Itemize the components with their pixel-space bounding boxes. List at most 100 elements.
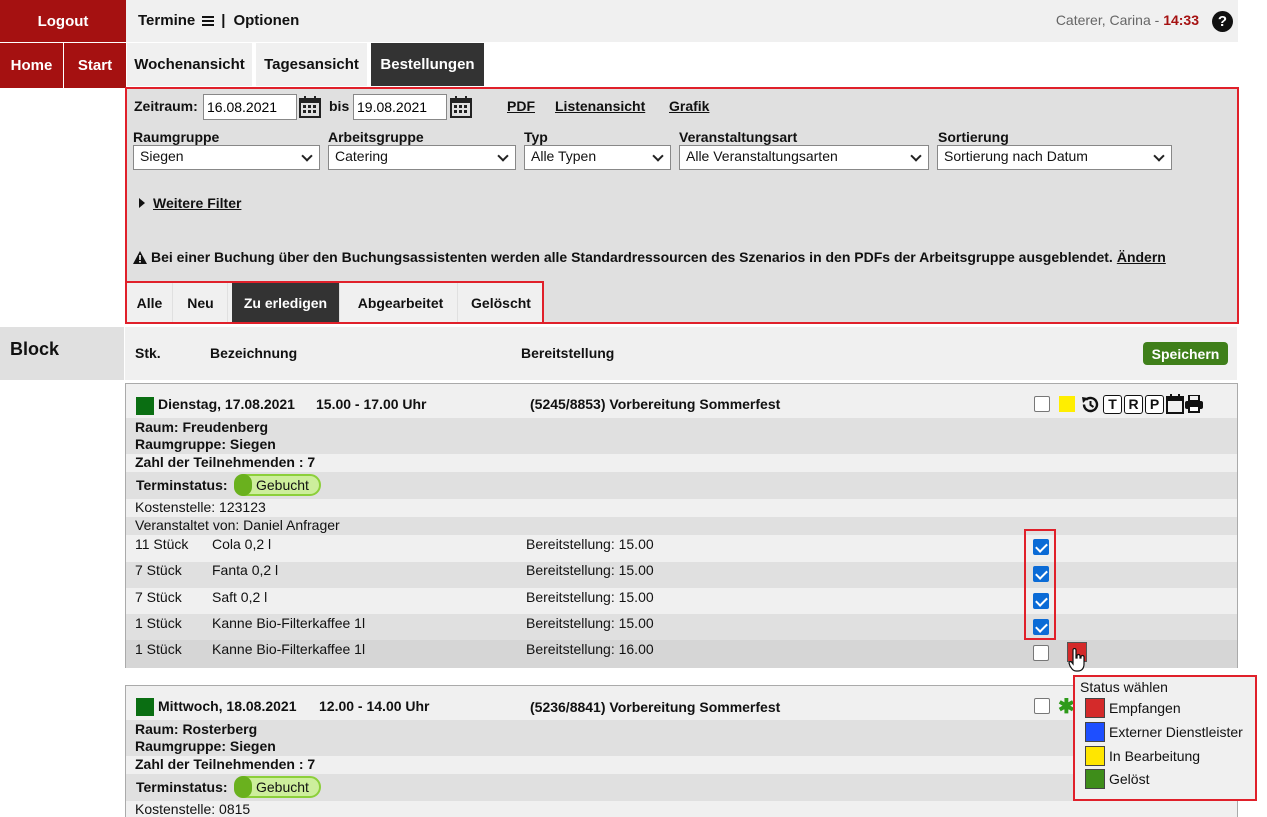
green-swatch (1085, 769, 1105, 789)
tab-geloescht[interactable]: Gelöscht (460, 283, 542, 322)
date-from-input[interactable] (203, 94, 297, 120)
option-label: Externer Dienstleister (1109, 724, 1243, 740)
card-date: Mittwoch, 18.08.2021 (158, 698, 297, 714)
warning-text: Bei einer Buchung über den Buchungsassis… (151, 249, 1113, 265)
card-title[interactable]: (5236/8841) Vorbereitung Sommerfest (530, 699, 780, 715)
raumgruppe-label: Raumgruppe (133, 129, 220, 145)
aendern-link[interactable]: Ändern (1117, 249, 1166, 265)
tab-bestellungen[interactable]: Bestellungen (371, 43, 484, 86)
status-color-button[interactable] (1059, 396, 1075, 412)
item-time: Bereitstellung: 16.00 (526, 641, 654, 657)
home-button[interactable]: Home (0, 43, 63, 88)
termine-label[interactable]: Termine (138, 12, 195, 29)
status-square (136, 397, 154, 415)
arbeitsgruppe-label: Arbeitsgruppe (328, 129, 424, 145)
optionen-link[interactable]: Optionen (233, 12, 299, 29)
list-item (126, 562, 1237, 588)
participants-label: Zahl der Teilnehmenden : 7 (135, 756, 316, 772)
veranstaltungsart-value: Alle Veranstaltungsarten (686, 148, 838, 164)
hand-cursor-icon (1068, 648, 1085, 672)
termine-menu[interactable]: Termine | Optionen (138, 12, 299, 29)
item-name: Kanne Bio-Filterkaffee 1l (212, 641, 366, 657)
option-label: Empfangen (1109, 700, 1181, 716)
status-option-extern[interactable]: Externer Dienstleister (1085, 722, 1243, 742)
card-title[interactable]: (5245/8853) Vorbereitung Sommerfest (530, 396, 780, 412)
status-square (136, 698, 154, 716)
item-name: Saft 0,2 l (212, 589, 268, 605)
status-option-empfangen[interactable]: Empfangen (1085, 698, 1181, 718)
organizer: Veranstaltet von: Daniel Anfrager (135, 517, 340, 533)
arbeitsgruppe-select[interactable]: Catering (328, 145, 516, 170)
status-option-geloest[interactable]: Gelöst (1085, 769, 1149, 789)
raumgruppe-value: Siegen (140, 148, 184, 164)
tab-neu[interactable]: Neu (174, 283, 228, 322)
item-qty: 1 Stück (135, 615, 182, 631)
print-icon[interactable] (1184, 395, 1204, 413)
start-button[interactable]: Start (64, 43, 126, 88)
yellow-swatch (1085, 746, 1105, 766)
booking-card: Mittwoch, 18.08.2021 12.00 - 14.00 Uhr (… (125, 685, 1238, 817)
item-time: Bereitstellung: 15.00 (526, 536, 654, 552)
card-date: Dienstag, 17.08.2021 (158, 396, 295, 412)
item-name: Fanta 0,2 l (212, 562, 279, 578)
weitere-filter-link[interactable]: Weitere Filter (153, 195, 241, 211)
clock-time: 14:33 (1163, 12, 1199, 28)
t-icon[interactable]: T (1103, 395, 1122, 414)
roomgroup-label: Raumgruppe: Siegen (135, 738, 276, 754)
menu-separator: | (221, 12, 226, 29)
card-checkbox[interactable] (1034, 396, 1050, 412)
p-icon[interactable]: P (1145, 395, 1164, 414)
warning-notice: Bei einer Buchung über den Buchungsassis… (133, 249, 1166, 265)
user-name: Caterer, Carina - (1055, 12, 1160, 28)
popup-title: Status wählen (1080, 679, 1168, 695)
calendar-icon[interactable] (450, 96, 472, 118)
pdf-link[interactable]: PDF (507, 98, 535, 114)
column-header: Stk. Bezeichnung Bereitstellung (125, 327, 1237, 380)
item-time: Bereitstellung: 15.00 (526, 615, 654, 631)
tab-tagesansicht[interactable]: Tagesansicht (256, 43, 367, 86)
room-label: Raum: Freudenberg (135, 419, 269, 435)
card-checkbox[interactable] (1034, 698, 1050, 714)
logout-button[interactable]: Logout (0, 0, 126, 42)
veranstaltungsart-label: Veranstaltungsart (679, 129, 798, 145)
sortierung-value: Sortierung nach Datum (944, 148, 1088, 164)
veranstaltungsart-select[interactable]: Alle Veranstaltungsarten (679, 145, 929, 170)
chevron-down-icon (910, 150, 922, 162)
user-info: Caterer, Carina - 14:33 (1056, 12, 1199, 28)
r-icon[interactable]: R (1124, 395, 1143, 414)
room-label: Raum: Rosterberg (135, 721, 258, 737)
tab-zu-erledigen[interactable]: Zu erledigen (232, 283, 340, 322)
checkbox-highlight (1024, 529, 1056, 640)
triangle-right-icon[interactable] (139, 198, 145, 208)
terminstatus-label: Terminstatus: (136, 477, 228, 493)
tab-wochenansicht[interactable]: Wochenansicht (127, 43, 252, 86)
item-checkbox[interactable] (1033, 645, 1049, 661)
item-name: Kanne Bio-Filterkaffee 1l (212, 615, 366, 631)
typ-select[interactable]: Alle Typen (524, 145, 671, 170)
status-badge: Gebucht (234, 474, 321, 496)
save-button[interactable]: Speichern (1143, 342, 1228, 365)
status-option-bearbeitung[interactable]: In Bearbeitung (1085, 746, 1200, 766)
help-icon[interactable]: ? (1212, 11, 1233, 32)
grafik-link[interactable]: Grafik (669, 98, 709, 114)
history-icon[interactable] (1080, 394, 1101, 415)
chevron-down-icon (1153, 150, 1165, 162)
date-to-input[interactable] (353, 94, 447, 120)
listenansicht-link[interactable]: Listenansicht (555, 98, 645, 114)
item-qty: 7 Stück (135, 589, 182, 605)
calendar-icon[interactable] (1166, 394, 1184, 414)
chevron-down-icon (497, 150, 509, 162)
raumgruppe-select[interactable]: Siegen (133, 145, 320, 170)
col-bereitstellung: Bereitstellung (521, 345, 615, 361)
item-qty: 7 Stück (135, 562, 182, 578)
card-time: 12.00 - 14.00 Uhr (319, 698, 430, 714)
red-swatch (1085, 698, 1105, 718)
col-stk: Stk. (135, 345, 161, 361)
hamburger-icon[interactable] (202, 15, 215, 26)
sortierung-select[interactable]: Sortierung nach Datum (937, 145, 1172, 170)
tab-alle[interactable]: Alle (127, 283, 173, 322)
zeitraum-label: Zeitraum: (134, 98, 198, 114)
tab-abgearbeitet[interactable]: Abgearbeitet (344, 283, 458, 322)
calendar-icon[interactable] (299, 96, 321, 118)
item-qty: 11 Stück (135, 536, 189, 552)
